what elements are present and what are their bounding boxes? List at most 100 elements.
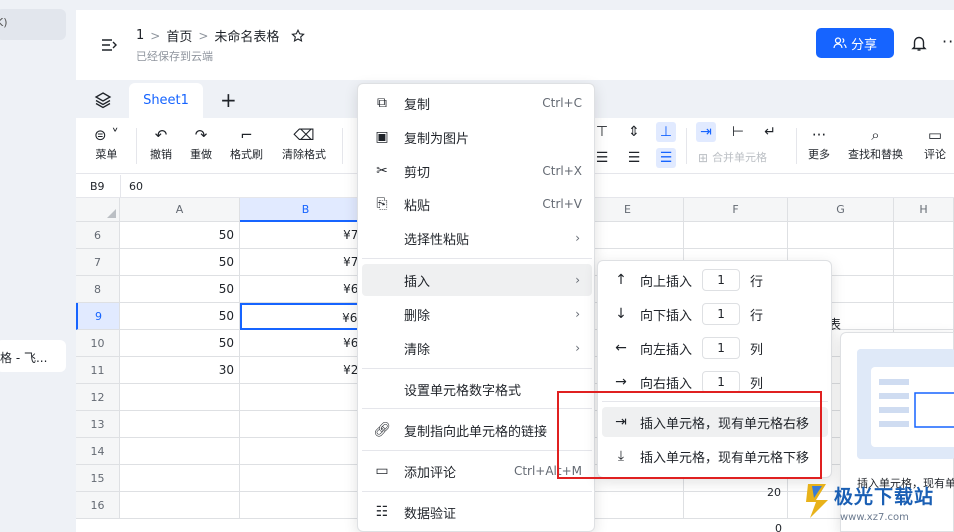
menu-item-delete[interactable]: 删除 ›: [362, 298, 592, 330]
cell-a[interactable]: [120, 384, 240, 411]
row-header[interactable]: 13: [76, 411, 120, 438]
submenu-insert-left[interactable]: ← 向左插入 1 列: [602, 333, 828, 363]
redo-icon: ↷: [194, 126, 208, 144]
align-middle-icon[interactable]: ⇕: [624, 122, 644, 142]
row-header[interactable]: 12: [76, 384, 120, 411]
text-overflow-icon[interactable]: ⇥: [696, 122, 716, 142]
count-input[interactable]: 1: [702, 269, 741, 291]
cell-b[interactable]: [240, 384, 372, 411]
menu-button[interactable]: ⊜ ˅ 菜单: [94, 124, 119, 162]
column-header-a[interactable]: A: [120, 198, 240, 222]
row-header[interactable]: 7: [76, 249, 120, 276]
active-cell[interactable]: ¥60: [240, 303, 372, 330]
menu-item-data-validation[interactable]: ☷ 数据验证: [362, 496, 592, 528]
unit-label: 列: [750, 342, 764, 358]
row-header[interactable]: 16: [76, 492, 120, 519]
align-bottom-icon[interactable]: ⊥: [656, 122, 676, 142]
cell-b[interactable]: ¥70: [240, 249, 372, 276]
breadcrumb-root[interactable]: 1: [136, 28, 144, 43]
cell-empty[interactable]: [894, 249, 954, 276]
breadcrumb-home[interactable]: 首页: [166, 26, 192, 45]
select-all-corner[interactable]: [76, 198, 120, 222]
format-painter-button[interactable]: ⌐ 格式刷: [230, 124, 263, 162]
watermark-text: 极光下载站: [834, 486, 935, 508]
find-replace-button[interactable]: ⌕ 查找和替换: [848, 124, 903, 162]
cell-b[interactable]: ¥70: [240, 222, 372, 249]
row-header[interactable]: 11: [76, 357, 120, 384]
row-header[interactable]: 6: [76, 222, 120, 249]
cell-empty[interactable]: [894, 222, 954, 249]
column-header-f[interactable]: F: [684, 198, 788, 222]
cell-b[interactable]: [240, 492, 372, 519]
undo-button[interactable]: ↶ 撤销: [150, 124, 172, 162]
cell-b[interactable]: ¥60: [240, 330, 372, 357]
cell-b[interactable]: ¥24: [240, 357, 372, 384]
cell-b[interactable]: ¥60: [240, 276, 372, 303]
cell-empty[interactable]: [788, 222, 894, 249]
menu-item-insert[interactable]: 插入 ›: [362, 264, 592, 296]
cell-a[interactable]: 50: [120, 276, 240, 303]
cell-b[interactable]: [240, 465, 372, 492]
menu-item-copy-as-image[interactable]: ▣ 复制为图片: [362, 121, 592, 153]
submenu-label: 向右插入: [640, 376, 693, 392]
cell-empty[interactable]: [684, 222, 788, 249]
menu-item-paste-special[interactable]: 选择性粘贴 ›: [362, 222, 592, 254]
submenu-insert-below[interactable]: ↓ 向下插入 1 行: [602, 299, 828, 329]
cell-a[interactable]: [120, 465, 240, 492]
align-center-icon[interactable]: ☰: [624, 148, 644, 168]
menu-item-clear[interactable]: 清除 ›: [362, 332, 592, 364]
row-header[interactable]: 8: [76, 276, 120, 303]
row-header[interactable]: 10: [76, 330, 120, 357]
more-icon[interactable]: ···: [942, 32, 954, 51]
add-sheet-button[interactable]: +: [220, 88, 237, 112]
cell-empty[interactable]: [894, 303, 954, 330]
tab-sheet1[interactable]: Sheet1: [129, 83, 203, 118]
cell-a[interactable]: 50: [120, 249, 240, 276]
text-clip-icon[interactable]: ⊢: [728, 122, 748, 142]
cell-a[interactable]: [120, 438, 240, 465]
column-header-g[interactable]: G: [788, 198, 894, 222]
text-wrap-icon[interactable]: ↵: [760, 122, 780, 142]
redo-button[interactable]: ↷ 重做: [190, 124, 212, 162]
page-title[interactable]: 未命名表格: [214, 26, 279, 45]
merge-cells-button[interactable]: ⊞ 合并单元格: [698, 148, 767, 168]
cell-a[interactable]: 50: [120, 222, 240, 249]
align-left-icon[interactable]: ☰: [592, 148, 612, 168]
share-button[interactable]: 分享: [816, 28, 894, 58]
more-button[interactable]: ··· 更多: [808, 124, 830, 162]
align-right-icon[interactable]: ☰: [656, 148, 676, 168]
count-input[interactable]: 1: [702, 371, 741, 393]
paste-icon: ⎘: [376, 196, 388, 212]
row-header[interactable]: 15: [76, 465, 120, 492]
cell-a[interactable]: [120, 411, 240, 438]
row-header[interactable]: 9: [76, 303, 120, 330]
cell-a[interactable]: 50: [120, 330, 240, 357]
bell-icon[interactable]: [910, 34, 928, 52]
column-header-h[interactable]: H: [894, 198, 954, 222]
star-icon[interactable]: [291, 28, 306, 43]
cell-a[interactable]: 50: [120, 303, 240, 330]
sidebar-search-hint[interactable]: K): [0, 9, 66, 40]
cell-reference[interactable]: B9: [90, 180, 105, 193]
submenu-insert-above[interactable]: ↑ 向上插入 1 行: [602, 265, 828, 295]
menu-item-copy[interactable]: ⧉ 复制 Ctrl+C: [362, 87, 592, 119]
row-header[interactable]: 14: [76, 438, 120, 465]
cell-b[interactable]: [240, 411, 372, 438]
cell-a[interactable]: 30: [120, 357, 240, 384]
cell-a[interactable]: [120, 492, 240, 519]
layers-icon[interactable]: [94, 91, 112, 109]
cell-b[interactable]: [240, 438, 372, 465]
formula-input[interactable]: 60: [129, 180, 143, 193]
clear-format-button[interactable]: ⌫ 清除格式: [282, 124, 326, 162]
count-input[interactable]: 1: [702, 337, 741, 359]
sidebar-toggle-icon[interactable]: [100, 36, 118, 54]
column-header-b[interactable]: B: [240, 198, 372, 222]
menu-item-label: 删除: [404, 308, 431, 324]
menu-item-paste[interactable]: ⎘ 粘贴 Ctrl+V: [362, 188, 592, 220]
sidebar-doc-item[interactable]: 格 - 飞...: [0, 340, 66, 372]
align-top-icon[interactable]: ⊤: [592, 122, 612, 142]
menu-item-cut[interactable]: ✂ 剪切 Ctrl+X: [362, 155, 592, 187]
count-input[interactable]: 1: [702, 303, 741, 325]
cell-empty[interactable]: [894, 276, 954, 303]
comment-button[interactable]: ▭ 评论: [924, 124, 946, 162]
